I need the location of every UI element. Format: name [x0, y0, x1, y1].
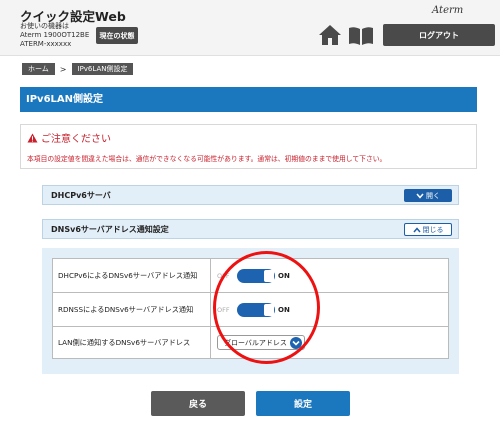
warning-icon [27, 133, 38, 142]
device-info: お使いの機器は Aterm 1900OT12BE ATERM-xxxxxx [20, 22, 89, 49]
caution-heading: ご注意ください [27, 130, 111, 145]
breadcrumb-current: IPv6LAN側設定 [71, 63, 134, 75]
panel-dnsv6-notify: DNSv6サーバアドレス通知設定 閉じる [42, 219, 459, 239]
breadcrumb-home[interactable]: ホーム [22, 63, 55, 75]
setting-label: RDNSSによるDNSv6サーバアドレス通知 [52, 292, 211, 327]
header-bar: クイック設定Web お使いの機器は Aterm 1900OT12BE ATERM… [0, 0, 500, 56]
back-button[interactable]: 戻る [151, 391, 245, 416]
chevron-up-icon [412, 226, 421, 232]
highlight-circle-annotation [213, 251, 320, 364]
device-info-line: お使いの機器は [20, 22, 69, 30]
dhcpv6-open-label: 開く [426, 191, 440, 200]
home-icon[interactable] [318, 24, 342, 46]
set-button[interactable]: 設定 [256, 391, 350, 416]
setting-label: DHCPv6によるDNSv6サーバアドレス通知 [52, 258, 211, 293]
page-title: IPv6LAN側設定 [20, 87, 477, 112]
breadcrumb-separator: > [59, 64, 67, 74]
caution-title: ご注意ください [41, 134, 111, 145]
current-status-button[interactable]: 現在の状態 [96, 27, 138, 44]
breadcrumb: ホーム > IPv6LAN側設定 [22, 63, 134, 75]
device-info-line: Aterm 1900OT12BE [20, 31, 90, 39]
panel-dhcpv6-server: DHCPv6サーバ 開く [42, 185, 459, 205]
chevron-down-icon [416, 193, 424, 199]
brand-logo: Aterm [432, 5, 464, 16]
panel-dhcpv6-title: DHCPv6サーバ [51, 191, 111, 200]
device-info-line: ATERM-xxxxxx [20, 40, 72, 48]
manual-book-icon[interactable] [348, 26, 374, 46]
caution-text: 本項目の設定値を間違えた場合は、通信ができなくなる可能性があります。通常は、初期… [27, 155, 387, 163]
panel-dnsv6-title: DNSv6サーバアドレス通知設定 [51, 225, 169, 234]
caution-box: ご注意ください 本項目の設定値を間違えた場合は、通信ができなくなる可能性がありま… [20, 124, 477, 169]
dnsv6-close-label: 閉じる [422, 225, 444, 234]
dhcpv6-open-button[interactable]: 開く [404, 189, 452, 202]
logout-button[interactable]: ログアウト [383, 24, 495, 46]
dnsv6-close-button[interactable]: 閉じる [404, 223, 452, 236]
setting-label: LAN側に通知するDNSv6サーバアドレス [52, 326, 211, 359]
